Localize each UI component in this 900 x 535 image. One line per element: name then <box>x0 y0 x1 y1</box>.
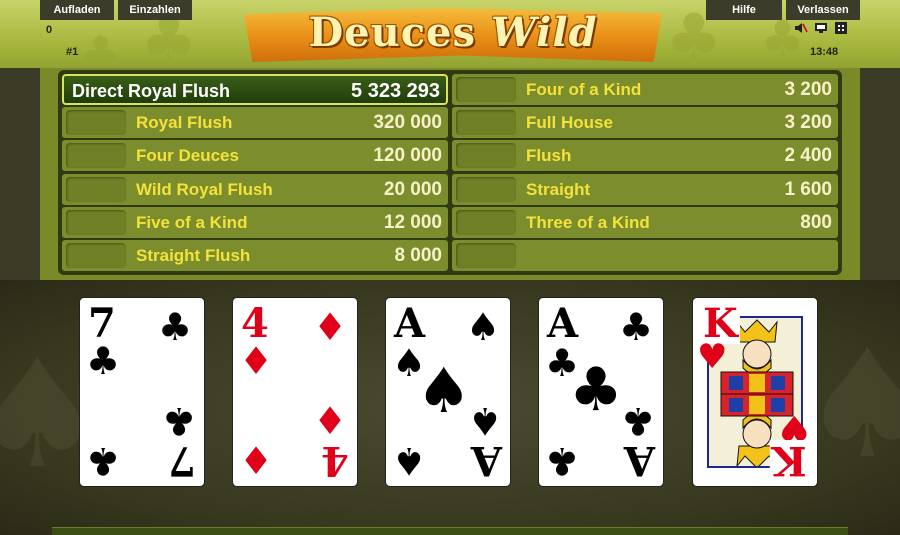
card-3-ace-of-spades[interactable]: A ♠ ♠ ♠ ♠ ♠ A <box>385 297 511 487</box>
paytable-left-column: Direct Royal Flush 5 323 293 Royal Flush… <box>62 74 448 273</box>
paytable: Direct Royal Flush 5 323 293 Royal Flush… <box>58 70 842 275</box>
spade-icon: ♠ <box>392 439 427 483</box>
deposit-button[interactable]: Einzahlen <box>118 0 192 20</box>
card-1-seven-of-clubs[interactable]: 7 ♣ ♣ ♣ ♣ 7 <box>79 297 205 487</box>
payout-amount: 3 200 <box>784 79 832 100</box>
help-button[interactable]: Hilfe <box>706 0 782 20</box>
hand-name: Four of a Kind <box>526 80 642 99</box>
paytable-row-direct-royal-flush: Direct Royal Flush 5 323 293 <box>62 74 448 105</box>
card-rank: A <box>547 300 579 347</box>
sound-muted-icon[interactable] <box>794 22 808 34</box>
top-bar: ♣ ♣ ♣ ♣ Aufladen Einzahlen Hilfe Verlass… <box>0 0 900 68</box>
card-rank: 4 <box>241 300 269 347</box>
diamond-icon: ♦ <box>239 439 274 483</box>
hand-name: Straight Flush <box>136 245 251 265</box>
payout-amount: 12 000 <box>383 211 442 233</box>
win-indicator-slot <box>456 209 516 235</box>
club-decoration-icon: ♣ <box>80 26 122 68</box>
payout-amount: 20 000 <box>383 178 442 200</box>
table-number: #1 <box>66 46 79 58</box>
payout-amount: 800 <box>800 211 832 233</box>
game-title: Deuces Wild <box>244 4 662 62</box>
bottom-strip <box>52 527 848 535</box>
payout-amount: 2 400 <box>784 145 832 167</box>
club-icon: ♣ <box>619 305 654 349</box>
paytable-row-royal-flush: Royal Flush 320 000 <box>62 107 448 139</box>
balance-value: 0 <box>46 24 53 36</box>
card-5-king-of-hearts[interactable]: K ♥ ♥ K <box>692 297 818 487</box>
diamond-icon: ♦ <box>313 305 348 349</box>
spade-icon: ♠ <box>466 305 501 349</box>
win-indicator-slot <box>66 209 126 235</box>
status-icons <box>794 22 848 34</box>
hand-name: Direct Royal Flush <box>72 81 231 101</box>
hand-name: Wild Royal Flush <box>136 179 273 199</box>
hand-name: Three of a Kind <box>526 212 650 232</box>
diamond-icon: ♦ <box>313 399 348 443</box>
leave-button[interactable]: Verlassen <box>786 0 860 20</box>
card-rank: A <box>394 300 426 347</box>
payout-amount: 320 000 <box>373 112 442 134</box>
paytable-row-flush: Flush 2 400 <box>452 140 838 172</box>
win-indicator-slot <box>456 143 516 169</box>
club-icon: ♣ <box>86 339 121 383</box>
hand-name: Full House <box>526 113 613 133</box>
hand-name: Four Deuces <box>136 146 239 166</box>
card-rank: A <box>470 437 502 484</box>
win-indicator-slot <box>456 77 516 102</box>
paytable-row-four-deuces: Four Deuces 120 000 <box>62 140 448 172</box>
club-icon: ♣ <box>162 399 197 443</box>
game-title-part1: Deuces <box>308 9 477 56</box>
hand-name: Five of a Kind <box>136 212 248 232</box>
payout-amount: 8 000 <box>394 244 442 266</box>
paytable-row-full-house: Full House 3 200 <box>452 107 838 139</box>
card-4-ace-of-clubs[interactable]: A ♣ ♣ ♣ ♣ ♣ A <box>538 297 664 487</box>
paytable-row-straight-flush: Straight Flush 8 000 <box>62 239 448 271</box>
card-rank: K <box>770 437 809 484</box>
win-indicator-slot <box>456 242 516 268</box>
win-indicator-slot <box>456 110 516 136</box>
card-2-four-of-diamonds[interactable]: 4 ♦ ♦ ♦ ♦ 4 <box>232 297 358 487</box>
win-indicator-slot <box>66 242 126 268</box>
club-icon: ♣ <box>158 305 193 349</box>
paytable-row-empty <box>452 239 838 271</box>
win-indicator-slot <box>66 110 126 136</box>
spade-icon: ♠ <box>468 399 503 443</box>
fullscreen-icon[interactable] <box>834 22 848 34</box>
card-rank: 7 <box>168 437 196 484</box>
hand-name: Royal Flush <box>136 113 233 133</box>
club-icon: ♣ <box>86 439 121 483</box>
display-icon[interactable] <box>814 22 828 34</box>
top-up-button[interactable]: Aufladen <box>40 0 114 20</box>
card-rank: 7 <box>88 300 116 347</box>
paytable-row-five-of-a-kind: Five of a Kind 12 000 <box>62 206 448 238</box>
payout-amount: 5 323 293 <box>351 80 440 102</box>
win-indicator-slot <box>456 176 516 202</box>
diamond-icon: ♦ <box>239 339 274 383</box>
win-indicator-slot <box>66 176 126 202</box>
win-indicator-slot <box>66 143 126 169</box>
game-title-part2: Wild <box>490 9 598 56</box>
club-icon: ♣ <box>545 439 580 483</box>
clock: 13:48 <box>810 46 839 58</box>
payout-amount: 3 200 <box>784 112 832 134</box>
card-rank: 4 <box>321 437 349 484</box>
payout-amount: 1 600 <box>784 178 832 200</box>
payout-amount: 120 000 <box>373 145 442 167</box>
heart-icon: ♥ <box>697 337 728 377</box>
paytable-row-straight: Straight 1 600 <box>452 173 838 205</box>
paytable-right-column: Four of a Kind 3 200 Full House 3 200 Fl… <box>452 74 838 273</box>
paytable-row-four-of-a-kind: Four of a Kind 3 200 <box>452 74 838 105</box>
hand-name: Flush <box>526 146 572 166</box>
club-icon: ♣ <box>569 355 623 425</box>
club-icon: ♣ <box>621 399 656 443</box>
hand-name: Straight <box>526 179 591 199</box>
card-rank: A <box>623 437 655 484</box>
paytable-row-three-of-a-kind: Three of a Kind 800 <box>452 206 838 238</box>
paytable-row-wild-royal-flush: Wild Royal Flush 20 000 <box>62 173 448 205</box>
spade-icon: ♠ <box>416 354 472 427</box>
